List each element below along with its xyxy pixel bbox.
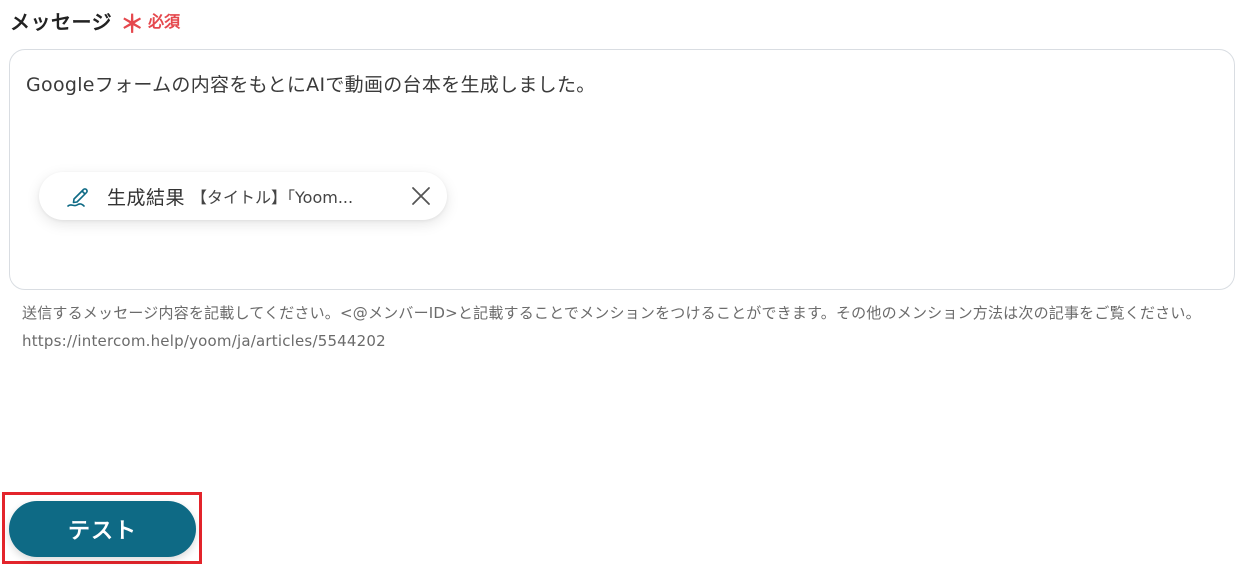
required-badge: 必須 bbox=[148, 12, 181, 31]
field-label-row: メッセージ ＊ 必須 bbox=[10, 6, 181, 38]
close-icon[interactable] bbox=[409, 184, 433, 208]
message-settings-panel: メッセージ ＊ 必須 Googleフォームの内容をもとにAIで動画の台本を生成し… bbox=[0, 0, 1242, 566]
chip-title: 生成結果 bbox=[107, 186, 186, 209]
variable-chip[interactable]: 生成結果 【タイトル】「Yoom... bbox=[39, 172, 447, 220]
required-asterisk-icon: ＊ bbox=[120, 10, 145, 38]
pen-icon bbox=[65, 182, 93, 210]
message-text: Googleフォームの内容をもとにAIで動画の台本を生成しました。 bbox=[26, 74, 596, 96]
test-button[interactable]: テスト bbox=[9, 501, 196, 557]
help-text: 送信するメッセージ内容を記載してください。<@メンバーID>と記載することでメン… bbox=[22, 304, 1201, 350]
message-input[interactable]: Googleフォームの内容をもとにAIで動画の台本を生成しました。 生成結果 【… bbox=[9, 49, 1235, 290]
chip-detail: 【タイトル】「Yoom... bbox=[191, 188, 354, 207]
field-label: メッセージ bbox=[10, 9, 113, 34]
